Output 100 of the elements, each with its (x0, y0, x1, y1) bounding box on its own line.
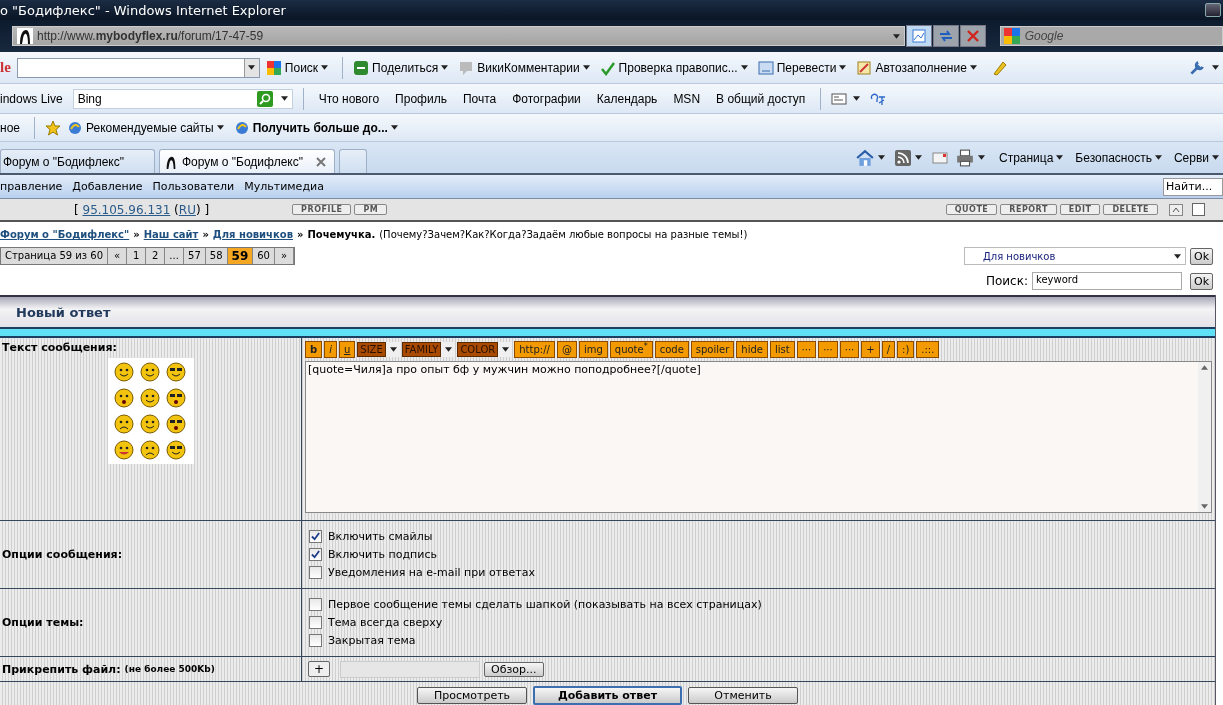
forum-select[interactable]: Для новичков (963, 247, 1186, 265)
caret-icon[interactable] (582, 65, 590, 70)
post-action-button[interactable]: QUOTE (945, 204, 998, 215)
star-icon[interactable] (45, 119, 61, 136)
format-button[interactable]: hide (736, 340, 768, 358)
post-action-button[interactable]: PM (354, 204, 388, 215)
highlighter-icon[interactable] (990, 59, 1007, 76)
page-link[interactable]: 60 (253, 248, 275, 264)
ok-button[interactable]: Ok (1189, 272, 1213, 290)
format-button[interactable]: ··· (818, 340, 838, 358)
format-button[interactable]: i (324, 340, 337, 358)
post-action-button[interactable]: DELETE (1103, 204, 1158, 215)
browse-button[interactable]: Обзор... (484, 661, 544, 677)
search-field[interactable]: Google (999, 26, 1223, 46)
caret-icon[interactable] (1212, 65, 1219, 70)
caret-icon[interactable] (321, 65, 329, 70)
caret-icon[interactable] (877, 155, 885, 160)
format-button[interactable]: list (769, 340, 795, 358)
smiley-icon[interactable] (166, 388, 186, 408)
favorites-item[interactable]: Рекомендуемые сайты (86, 120, 214, 135)
checkbox[interactable] (309, 598, 322, 611)
find-field[interactable]: Найти... (1163, 177, 1223, 196)
caret-icon[interactable] (853, 96, 861, 101)
format-button[interactable]: :) (897, 340, 915, 358)
format-button[interactable]: @ (556, 340, 577, 358)
smiley-icon[interactable] (140, 440, 160, 460)
post-action-button[interactable]: REPORT (1000, 204, 1057, 215)
page-link[interactable]: 59 (227, 248, 254, 264)
smiley-icon[interactable] (114, 362, 134, 382)
print-icon[interactable] (955, 148, 974, 167)
page-link[interactable]: 57 (184, 248, 206, 264)
admin-menu-item[interactable]: Добавление (72, 180, 143, 193)
page-link[interactable]: 1 (127, 248, 147, 264)
smiley-icon[interactable] (166, 362, 186, 382)
breadcrumb-link[interactable]: Форум о "Бодифлекс" (0, 229, 130, 240)
admin-menu-item[interactable]: Мультимедиа (244, 180, 324, 193)
favorites-label[interactable]: ное (0, 120, 20, 135)
toolbar-link[interactable]: Профиль (395, 91, 447, 106)
browser-tab[interactable]: Форум о "Бодифлекс" (0, 149, 155, 173)
caret-icon[interactable] (1212, 155, 1219, 160)
smiley-icon[interactable] (114, 388, 134, 408)
scroll-up-icon[interactable] (1169, 203, 1183, 216)
caret-icon[interactable] (1173, 253, 1181, 259)
format-button[interactable]: b (305, 340, 323, 358)
toolbar-button[interactable]: Поиск (284, 60, 319, 75)
form-button[interactable]: Просмотреть (417, 686, 527, 704)
page-link[interactable]: 2 (146, 248, 166, 264)
scroll-up-arrow-icon[interactable] (1201, 365, 1208, 370)
toolbar-link[interactable]: MSN (673, 91, 701, 106)
close-icon[interactable] (316, 156, 326, 167)
form-button[interactable]: Отменить (688, 686, 798, 704)
message-textarea[interactable]: [quote=Чиля]а про опыт бф у мужчин можно поподробнее?[/quote] (305, 361, 1212, 513)
globe-icon[interactable] (67, 119, 83, 136)
address-field[interactable]: http://www.mybodyflex.ru/forum/17-47-59 (12, 26, 906, 46)
caret-icon[interactable] (839, 65, 847, 70)
minimize-button[interactable] (1205, 3, 1221, 17)
smiley-icon[interactable] (140, 362, 160, 382)
smiley-icon[interactable] (166, 414, 186, 434)
select-checkbox[interactable] (1192, 203, 1205, 216)
format-button[interactable]: ··· (839, 340, 860, 358)
toolbar-button[interactable]: Поделиться (372, 60, 439, 75)
ok-button[interactable]: Ok (1189, 247, 1213, 265)
search-icon[interactable] (256, 90, 273, 107)
compatibility-view-button[interactable] (906, 25, 933, 47)
bing-search-field[interactable]: Bing (72, 88, 293, 109)
format-button[interactable]: / (881, 340, 895, 358)
keyword-field[interactable]: keyword (1031, 272, 1182, 290)
toolbar-link[interactable]: Календарь (596, 91, 658, 106)
breadcrumb-link[interactable]: Наш сайт (143, 229, 199, 240)
format-button[interactable]: quote$^{*}$ (609, 340, 653, 358)
favorites-item[interactable]: Получить больше до... (252, 120, 388, 135)
post-action-button[interactable]: PROFILE (292, 204, 352, 215)
globe-icon[interactable] (233, 119, 250, 136)
page-link[interactable]: ... (165, 248, 185, 264)
add-file-button[interactable]: + (308, 661, 331, 677)
share-icon[interactable] (353, 59, 370, 76)
format-button[interactable]: + (861, 340, 880, 358)
caret-icon[interactable] (977, 155, 985, 160)
checkbox[interactable] (309, 530, 322, 543)
caret-icon[interactable] (248, 65, 256, 70)
mail-icon[interactable] (931, 149, 948, 166)
caret-icon[interactable] (280, 96, 288, 101)
page-link[interactable]: 58 (205, 248, 228, 264)
page-link[interactable]: « (108, 248, 128, 264)
smiley-icon[interactable] (114, 440, 134, 460)
home-icon[interactable] (855, 148, 874, 167)
checkbox[interactable] (309, 566, 322, 579)
caret-icon[interactable] (502, 346, 510, 352)
settings-icon[interactable] (1188, 58, 1206, 77)
notepad-icon[interactable] (856, 59, 873, 76)
form-button[interactable]: Добавить ответ (533, 685, 682, 705)
format-button[interactable]: http:// (514, 340, 555, 358)
file-path-field[interactable] (340, 660, 481, 678)
toolbar-link[interactable]: Что нового (318, 91, 380, 106)
format-button[interactable]: ··· (796, 340, 817, 358)
toolbar-button[interactable]: Проверка правопис... (618, 60, 738, 75)
format-button[interactable]: code (654, 340, 689, 358)
caret-icon[interactable] (441, 65, 449, 70)
caret-icon[interactable] (445, 346, 453, 352)
admin-menu-item[interactable]: Пользователи (152, 180, 235, 193)
